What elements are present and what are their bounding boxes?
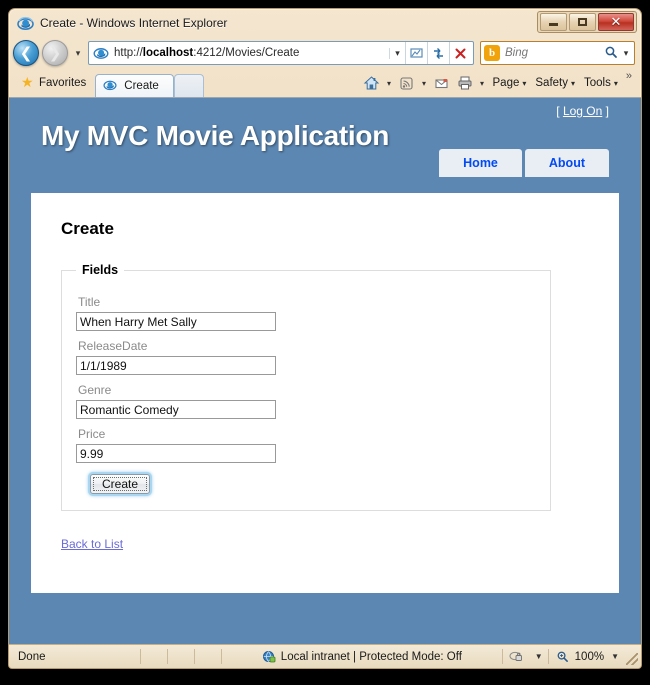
label-releasedate: ReleaseDate [78, 339, 148, 353]
logon-close-bracket: ] [605, 104, 609, 118]
feeds-icon[interactable] [396, 72, 418, 94]
create-button-label: Create [102, 477, 139, 491]
status-right-group: ▼ 100% ▼ [503, 648, 638, 665]
new-tab-button[interactable] [173, 74, 204, 97]
input-genre[interactable] [76, 400, 276, 419]
back-button[interactable]: ❮ [13, 40, 39, 66]
status-slot-1 [141, 648, 167, 665]
menu-tools[interactable]: Tools ▾ [580, 77, 622, 89]
zoom-level[interactable]: 100% [573, 648, 606, 665]
print-icon[interactable] [454, 72, 476, 94]
page-favicon-icon [93, 45, 109, 61]
recent-pages-dropdown[interactable]: ▾ [71, 48, 85, 59]
print-dropdown[interactable]: ▾ [477, 79, 488, 88]
window-title: Create - Windows Internet Explorer [40, 16, 228, 30]
fields-fieldset: Fields Title ReleaseDate Genre Price Cre… [61, 263, 551, 511]
status-bar: Done Local intranet | Protected Mode: Of… [9, 644, 641, 668]
search-provider-dropdown[interactable]: ▾ [620, 48, 632, 59]
refresh-button[interactable] [427, 42, 449, 64]
privacy-dropdown[interactable]: ▼ [532, 652, 546, 661]
search-placeholder: Bing [505, 47, 529, 59]
window-controls: ✕ [537, 11, 637, 33]
browser-viewport: [ Log On ] My MVC Movie Application Home… [9, 97, 641, 644]
internet-zone-icon [262, 650, 276, 664]
back-to-list-link[interactable]: Back to List [61, 537, 123, 551]
close-button[interactable]: ✕ [598, 13, 634, 31]
browser-window: Create - Windows Internet Explorer ✕ ❮ ❯… [8, 8, 642, 669]
site-nav: Home About [399, 149, 609, 177]
forward-button[interactable]: ❯ [42, 40, 68, 66]
title-bar: Create - Windows Internet Explorer ✕ [9, 9, 641, 37]
status-slot-3 [195, 648, 221, 665]
address-text: http://localhost:4212/Movies/Create [114, 47, 300, 59]
menu-page[interactable]: Page ▾ [489, 77, 531, 89]
search-input[interactable]: b Bing ▾ [480, 41, 635, 65]
label-price: Price [78, 427, 106, 441]
input-releasedate[interactable] [76, 356, 276, 375]
internet-explorer-icon [17, 15, 34, 32]
input-price[interactable] [76, 444, 276, 463]
security-zone[interactable]: Local intranet | Protected Mode: Off [222, 650, 502, 664]
address-bar: ❮ ❯ ▾ http://localhost:4212/Movies/Creat… [9, 37, 641, 69]
address-input[interactable]: http://localhost:4212/Movies/Create ▾ [88, 41, 474, 65]
chevron-down-icon: ▾ [570, 78, 575, 88]
web-page: [ Log On ] My MVC Movie Application Home… [9, 98, 641, 644]
tab-label: Create [124, 80, 159, 92]
compatibility-view-icon[interactable] [405, 42, 427, 64]
site-header: [ Log On ] My MVC Movie Application Home… [31, 98, 619, 193]
create-button[interactable]: Create [90, 474, 151, 494]
label-genre: Genre [78, 383, 112, 397]
search-icon[interactable] [602, 45, 620, 62]
minimize-button[interactable] [540, 13, 567, 31]
resize-grip[interactable] [626, 652, 638, 665]
tab-create[interactable]: Create [95, 74, 174, 97]
label-title: Title [78, 295, 101, 309]
nav-item-home[interactable]: Home [439, 149, 522, 177]
security-zone-text: Local intranet | Protected Mode: Off [280, 650, 462, 663]
address-host: localhost [142, 47, 194, 59]
status-slot-2 [168, 648, 194, 665]
privacy-icon[interactable] [503, 648, 530, 665]
zoom-icon[interactable] [551, 648, 571, 665]
logon-area: [ Log On ] [556, 104, 609, 118]
back-arrow-icon: ❮ [19, 43, 33, 62]
mail-icon[interactable] [431, 72, 453, 94]
address-path: :4212/Movies/Create [193, 47, 300, 59]
restore-button[interactable] [569, 13, 596, 31]
page-title: Create [61, 219, 114, 238]
command-bar-icons: ▾ ▾ ▾ Page ▾ Safety ▾ Tools ▾ » [361, 69, 638, 97]
feeds-dropdown[interactable]: ▾ [419, 79, 430, 88]
menu-tools-label: Tools [584, 77, 611, 89]
nav-item-about[interactable]: About [524, 149, 609, 177]
menu-safety-label: Safety [535, 77, 568, 89]
site-title: My MVC Movie Application [41, 120, 390, 151]
command-bar: ★ Favorites Create ▾ ▾ ▾ Page ▾ Safety ▾… [9, 69, 641, 97]
chevron-down-icon: ▾ [522, 78, 527, 88]
logon-open-bracket: [ [556, 104, 560, 118]
chevron-down-icon: ▾ [613, 78, 618, 88]
submit-row: Create [90, 474, 536, 494]
home-dropdown[interactable]: ▾ [384, 79, 395, 88]
home-icon[interactable] [361, 72, 383, 94]
logon-link[interactable]: Log On [563, 104, 602, 118]
zoom-dropdown[interactable]: ▼ [608, 652, 622, 661]
main-content: Create Fields Title ReleaseDate Genre Pr… [31, 193, 619, 593]
bing-logo-icon: b [484, 45, 500, 61]
input-title[interactable] [76, 312, 276, 331]
star-icon: ★ [21, 75, 34, 91]
tab-strip: Create [95, 69, 204, 97]
menu-page-label: Page [492, 77, 520, 89]
close-icon: ✕ [610, 14, 622, 30]
favorites-label: Favorites [39, 77, 87, 89]
status-divider [547, 649, 549, 664]
fields-legend: Fields [82, 263, 119, 277]
stop-button[interactable] [449, 42, 471, 64]
internet-explorer-icon [103, 78, 119, 94]
toolbar-overflow-button[interactable]: » [623, 70, 635, 82]
favorites-button[interactable]: ★ Favorites [15, 69, 95, 97]
forward-arrow-icon: ❯ [48, 43, 62, 62]
menu-safety[interactable]: Safety ▾ [531, 77, 579, 89]
status-text: Done [18, 650, 46, 663]
address-dropdown[interactable]: ▾ [389, 47, 405, 59]
